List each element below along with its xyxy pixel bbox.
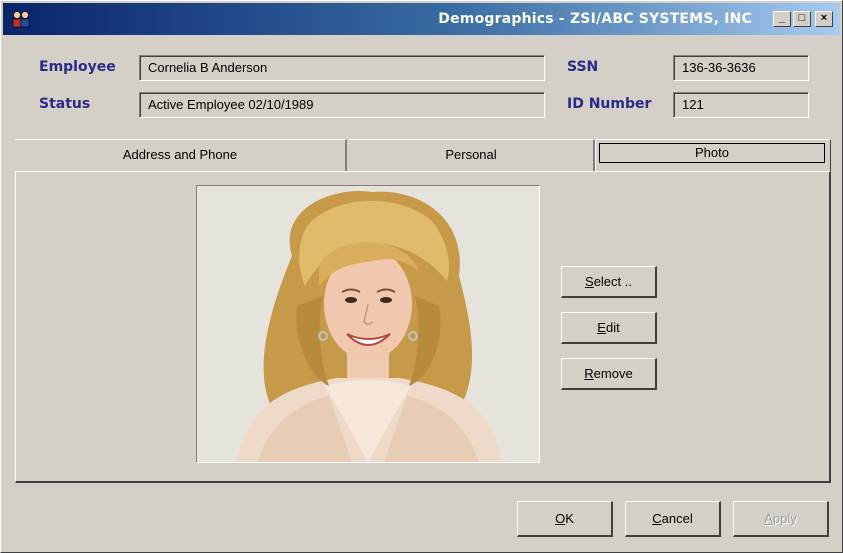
select-photo-button[interactable]: Select .. [561, 266, 657, 298]
tab-photo-focus[interactable]: Photo [599, 143, 825, 163]
ssn-label: SSN [567, 59, 599, 75]
employee-field[interactable]: Cornelia B Anderson [139, 55, 545, 81]
accel-letter: R [584, 366, 594, 381]
tab-label: Photo [695, 145, 729, 160]
button-label: ancel [661, 511, 693, 526]
demographics-window: Demographics - ZSI/ABC SYSTEMS, INC _ □ … [0, 0, 843, 553]
tab-address-and-phone[interactable]: Address and Phone [15, 139, 347, 171]
accel-letter: O [555, 511, 566, 526]
people-icon [12, 11, 30, 28]
button-label: elect .. [593, 274, 632, 289]
status-field[interactable]: Active Employee 02/10/1989 [139, 92, 545, 118]
window-title: Demographics - ZSI/ABC SYSTEMS, INC [438, 11, 752, 27]
remove-photo-button[interactable]: Remove [561, 358, 657, 390]
accel-letter: A [764, 511, 773, 526]
button-label: K [565, 511, 574, 526]
button-label: dit [605, 320, 620, 335]
accel-letter: S [585, 274, 594, 289]
photo-frame [196, 185, 540, 463]
ok-button[interactable]: OK [517, 501, 613, 537]
apply-button[interactable]: Apply [733, 501, 829, 537]
maximize-button[interactable]: □ [793, 11, 811, 27]
employee-label: Employee [39, 59, 116, 75]
minimize-button[interactable]: _ [773, 11, 791, 27]
ssn-field[interactable]: 136-36-3636 [673, 55, 809, 81]
cancel-button[interactable]: Cancel [625, 501, 721, 537]
close-button[interactable]: × [815, 11, 833, 27]
edit-photo-button[interactable]: Edit [561, 312, 657, 344]
status-label: Status [39, 96, 91, 112]
accel-letter: E [597, 320, 606, 335]
tab-personal[interactable]: Personal [349, 139, 595, 171]
tab-label: Personal [445, 147, 497, 162]
id-number-field[interactable]: 121 [673, 92, 809, 118]
tab-label: Address and Phone [122, 147, 238, 162]
button-label: pply [772, 511, 797, 526]
button-label: emove [593, 366, 633, 381]
id-number-label: ID Number [567, 96, 652, 112]
title-bar[interactable]: Demographics - ZSI/ABC SYSTEMS, INC _ □ … [3, 3, 840, 35]
employee-photo [197, 186, 539, 462]
accel-letter: C [652, 511, 662, 526]
